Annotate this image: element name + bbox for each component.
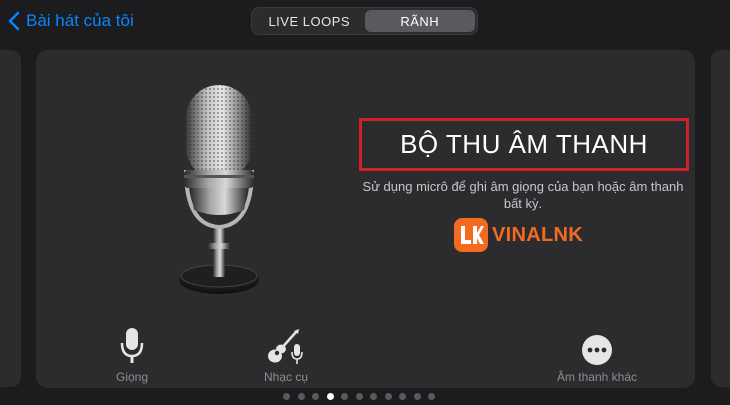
- chevron-left-icon: [8, 11, 20, 31]
- microphone-icon: [120, 328, 144, 363]
- back-label: Bài hát của tôi: [26, 11, 134, 30]
- voice-option[interactable]: Giọng: [77, 322, 187, 384]
- back-button[interactable]: Bài hát của tôi: [8, 9, 134, 33]
- brand-watermark: VINALNK: [454, 218, 583, 252]
- guitar-mic-icon: [268, 329, 303, 364]
- brand-name: VINALNK: [492, 223, 583, 246]
- segment-live-loops[interactable]: LIVE LOOPS: [254, 10, 365, 32]
- page-dot[interactable]: [399, 393, 406, 400]
- other-sounds-option[interactable]: Âm thanh khác: [542, 322, 652, 384]
- more-dots-icon: [582, 335, 612, 365]
- segment-tracks[interactable]: RÃNH: [364, 10, 475, 32]
- page-dot[interactable]: [297, 393, 305, 400]
- voice-label: Giọng: [115, 370, 149, 384]
- previous-card-peek[interactable]: [0, 50, 21, 387]
- instrument-label: Nhạc cụ: [263, 370, 309, 384]
- page-dot[interactable]: [413, 393, 421, 400]
- audio-recorder-card[interactable]: BỘ THU ÂM THANH Sử dụng micrô để ghi âm …: [36, 50, 695, 388]
- next-card-peek[interactable]: [711, 50, 730, 387]
- page-dot[interactable]: [428, 393, 435, 400]
- instrument-title: BỘ THU ÂM THANH: [400, 129, 648, 159]
- page-dot[interactable]: [355, 393, 363, 400]
- page-dot[interactable]: [384, 393, 392, 400]
- other-sounds-label: Âm thanh khác: [556, 370, 638, 384]
- instrument-option[interactable]: Nhạc cụ: [231, 322, 341, 384]
- instrument-description: Sử dụng micrô để ghi âm giọng của bạn ho…: [362, 179, 684, 211]
- page-indicator: [283, 393, 435, 401]
- page-dot[interactable]: [312, 393, 319, 400]
- page-dot[interactable]: [341, 393, 348, 400]
- title-highlight-box: BỘ THU ÂM THANH: [359, 118, 689, 171]
- brand-logo-icon: [454, 218, 488, 252]
- studio-microphone-icon: [179, 85, 259, 294]
- mode-segmented-control: LIVE LOOPS RÃNH: [251, 7, 478, 35]
- page-dot[interactable]: [370, 393, 377, 400]
- page-dot[interactable]: [283, 393, 290, 400]
- page-dot[interactable]: [326, 393, 334, 400]
